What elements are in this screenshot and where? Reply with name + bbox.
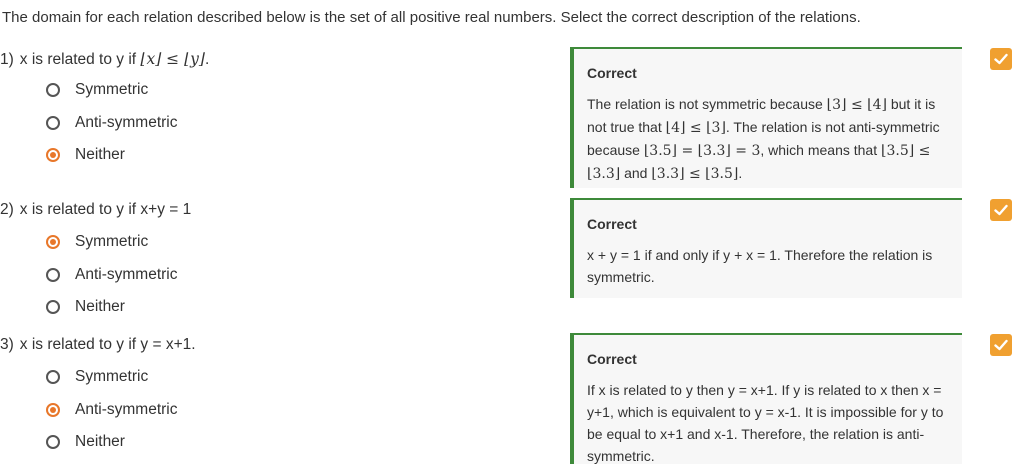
option-neither[interactable]: Neither	[0, 139, 560, 172]
option-label: Neither	[75, 433, 125, 451]
feedback-text: The relation is not symmetric because ⌊3…	[587, 93, 952, 185]
prompt-text: x is related to y if x+y = 1	[19, 201, 192, 218]
feedback-text-segment: The relation is not symmetric because	[587, 96, 827, 112]
feedback-text: x + y = 1 if and only if y + x = 1. Ther…	[587, 244, 952, 288]
feedback-math: ⌊3.5⌋ = ⌊3.3⌋ = 3	[643, 143, 761, 159]
feedback-title: Correct	[587, 65, 637, 81]
option-label: Anti-symmetric	[75, 113, 178, 131]
checkmark-icon	[990, 199, 1012, 221]
feedback-text: If x is related to y then y = x+1. If y …	[587, 379, 952, 464]
feedback-math: ⌊4⌋ ≤ ⌊3⌋	[665, 120, 726, 136]
option-anti-symmetric[interactable]: Anti-symmetric	[0, 394, 560, 427]
question-1: 1) x is related to y if ⌊x⌋ ≤ ⌊y⌋. Symmet…	[0, 48, 560, 172]
feedback-panel-1: Correct The relation is not symmetric be…	[570, 47, 962, 188]
option-symmetric[interactable]: Symmetric	[0, 361, 560, 394]
checkmark-icon	[990, 48, 1012, 70]
prompt-text: x is related to y if y = x+1.	[19, 336, 196, 353]
question-prompt: 1) x is related to y if ⌊x⌋ ≤ ⌊y⌋.	[0, 48, 560, 70]
feedback-math: ⌊3.3⌋ ≤ ⌊3.5⌋	[651, 166, 739, 182]
feedback-text-segment: x + y = 1 if and only if y + x = 1. Ther…	[587, 247, 933, 285]
feedback-panel-3: Correct If x is related to y then y = x+…	[570, 333, 962, 464]
question-number: 3)	[0, 336, 14, 353]
prompt-text-end: .	[204, 51, 210, 68]
feedback-panel-2: Correct x + y = 1 if and only if y + x =…	[570, 198, 962, 298]
radio-button[interactable]	[46, 83, 60, 98]
feedback-math: ⌊3⌋ ≤ ⌊4⌋	[826, 97, 887, 113]
option-anti-symmetric[interactable]: Anti-symmetric	[0, 107, 560, 140]
prompt-math: ⌊x⌋ ≤ ⌊y⌋	[140, 50, 205, 68]
radio-button-selected[interactable]	[46, 235, 60, 250]
radio-button[interactable]	[46, 435, 60, 450]
feedback-title: Correct	[587, 216, 637, 232]
option-label: Anti-symmetric	[75, 400, 178, 418]
feedback-text-segment: If x is related to y then y = x+1. If y …	[587, 382, 944, 464]
option-neither[interactable]: Neither	[0, 291, 560, 324]
radio-button[interactable]	[46, 300, 60, 315]
option-label: Neither	[75, 146, 125, 164]
option-anti-symmetric[interactable]: Anti-symmetric	[0, 259, 560, 292]
radio-button-selected[interactable]	[46, 148, 60, 163]
instructions: The domain for each relation described b…	[2, 9, 861, 26]
question-2: 2) x is related to y if x+y = 1 Symmetric…	[0, 199, 560, 324]
question-number: 1)	[0, 51, 14, 68]
radio-button-selected[interactable]	[46, 402, 60, 417]
option-label: Symmetric	[75, 81, 149, 99]
radio-button[interactable]	[46, 370, 60, 385]
feedback-text-segment: .	[738, 165, 743, 181]
option-neither[interactable]: Neither	[0, 426, 560, 459]
option-label: Neither	[75, 298, 125, 316]
question-number: 2)	[0, 201, 14, 218]
option-label: Symmetric	[75, 233, 149, 251]
question-3: 3) x is related to y if y = x+1. Symmetri…	[0, 334, 560, 459]
feedback-title: Correct	[587, 351, 637, 367]
feedback-text-segment: and	[620, 165, 652, 181]
question-prompt: 3) x is related to y if y = x+1.	[0, 334, 560, 356]
option-symmetric[interactable]: Symmetric	[0, 226, 560, 259]
option-label: Anti-symmetric	[75, 265, 178, 283]
option-label: Symmetric	[75, 368, 149, 386]
checkmark-icon	[990, 334, 1012, 356]
option-symmetric[interactable]: Symmetric	[0, 74, 560, 107]
radio-button[interactable]	[46, 115, 60, 130]
prompt-text: x is related to y if	[19, 51, 141, 68]
feedback-text-segment: , which means that	[760, 142, 881, 158]
radio-button[interactable]	[46, 267, 60, 282]
question-prompt: 2) x is related to y if x+y = 1	[0, 199, 560, 221]
